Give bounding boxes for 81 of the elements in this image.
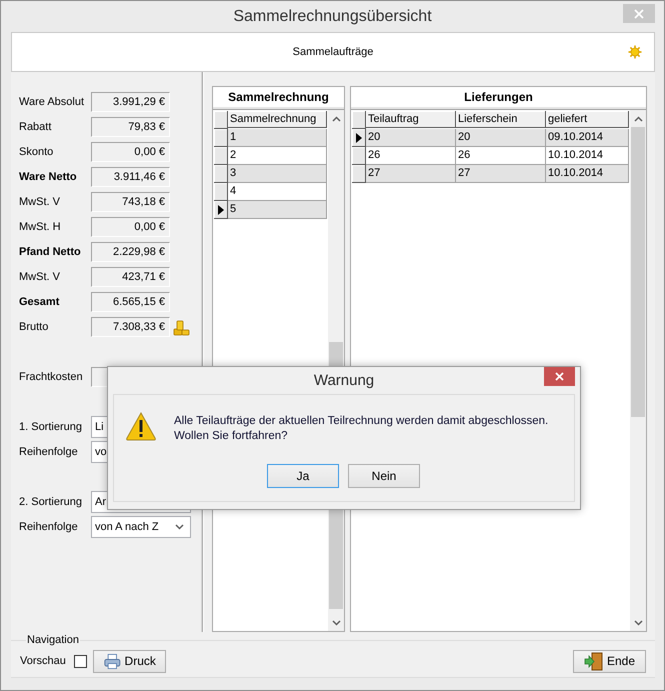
field-label: Reihenfolge	[19, 446, 79, 458]
group-title: Navigation	[26, 634, 80, 646]
coins-icon[interactable]	[174, 320, 190, 335]
row-selector[interactable]	[214, 201, 228, 219]
amount-field: 3.991,29 €	[91, 92, 170, 112]
door-exit-icon	[584, 652, 603, 670]
window-title: Sammelrechnungsübersicht	[233, 8, 432, 26]
table-cell: 1	[228, 129, 327, 147]
amount-field: 7.308,33 €	[91, 317, 170, 337]
dialog-button[interactable]: Nein	[348, 464, 420, 488]
field-label: Skonto	[19, 146, 54, 158]
dropdown-value: vo	[95, 446, 107, 458]
scroll-down-icon[interactable]	[332, 620, 340, 626]
row-selector[interactable]	[352, 147, 366, 165]
amount-field: 0,00 €	[91, 217, 170, 237]
printer-icon	[104, 652, 121, 670]
row-selector[interactable]	[214, 111, 228, 129]
field-label: Reihenfolge	[19, 521, 79, 533]
column-header[interactable]: Sammelrechnung	[228, 111, 327, 128]
table-cell: 20	[456, 129, 546, 147]
row-selector[interactable]	[214, 147, 228, 165]
amount-field: 0,00 €	[91, 142, 170, 162]
table-cell: 10.10.2014	[546, 165, 629, 183]
scroll-down-icon[interactable]	[634, 620, 642, 626]
amount-field: 6.565,15 €	[91, 292, 170, 312]
column-header[interactable]: Teilauftrag	[366, 111, 456, 128]
dialog-title: Warnung	[314, 372, 374, 389]
column-header[interactable]: Lieferschein	[456, 111, 546, 128]
dropdown-value: Li	[95, 421, 104, 433]
scrollbar-thumb[interactable]	[631, 127, 645, 417]
table-cell: 27	[366, 165, 456, 183]
close-icon	[634, 8, 644, 18]
dialog-button[interactable]: Ja	[267, 464, 339, 488]
field-label: Ware Absolut	[19, 96, 86, 108]
header-title: Sammelaufträge	[292, 46, 374, 58]
amount-field: 79,83 €	[91, 117, 170, 137]
scroll-up-icon[interactable]	[332, 116, 340, 122]
amount-field: 423,71 €	[91, 267, 170, 287]
dropdown-value: von A nach Z	[95, 521, 159, 533]
row-pointer-icon	[218, 204, 224, 214]
row-selector[interactable]	[214, 129, 228, 147]
field-label: Pfand Netto	[19, 246, 82, 258]
amount-field: 3.911,46 €	[91, 167, 170, 187]
field-label: 1. Sortierung	[19, 421, 83, 433]
field-label: Brutto	[19, 321, 50, 333]
table-cell: 5	[228, 201, 327, 219]
table-cell: 3	[228, 165, 327, 183]
field-label: Frachtkosten	[19, 371, 84, 383]
row-selector[interactable]	[214, 183, 228, 201]
grid-title: Sammelrechnung	[228, 90, 329, 104]
field-label: MwSt. V	[19, 271, 61, 283]
field-label: Ware Netto	[19, 171, 78, 183]
close-button[interactable]	[544, 367, 575, 386]
table-cell: 09.10.2014	[546, 129, 629, 147]
field-label: MwSt. V	[19, 196, 61, 208]
table-cell: 20	[366, 129, 456, 147]
preview-checkbox[interactable]	[74, 654, 87, 668]
amount-field: 2.229,98 €	[91, 242, 170, 262]
chevron-down-icon[interactable]	[175, 524, 184, 530]
dropdown-field[interactable]: von A nach Z	[91, 516, 191, 538]
field-label: 2. Sortierung	[19, 496, 83, 508]
row-selector[interactable]	[352, 129, 366, 147]
row-pointer-icon	[356, 132, 362, 142]
print-button[interactable]: Druck	[92, 650, 166, 672]
field-label: MwSt. H	[19, 221, 62, 233]
dialog-message: Alle Teilaufträge der aktuellen Teilrechnung werden damit abgeschlossen. Wollen Sie fortfahren?	[174, 414, 548, 444]
column-header[interactable]: geliefert	[546, 111, 629, 128]
scroll-up-icon[interactable]	[634, 116, 642, 122]
grid-title: Lieferungen	[464, 90, 533, 104]
close-icon	[555, 372, 564, 381]
field-label: Gesamt	[19, 296, 60, 308]
preview-label: Vorschau	[20, 655, 66, 667]
dropdown-value: Ar	[95, 496, 106, 508]
row-selector[interactable]	[214, 165, 228, 183]
exit-button[interactable]: Ende	[573, 650, 646, 672]
table-cell: 27	[456, 165, 546, 183]
row-selector[interactable]	[352, 165, 366, 183]
amount-field: 743,18 €	[91, 192, 170, 212]
field-label: Rabatt	[19, 121, 52, 133]
warning-icon	[126, 412, 157, 441]
row-selector[interactable]	[352, 111, 366, 129]
